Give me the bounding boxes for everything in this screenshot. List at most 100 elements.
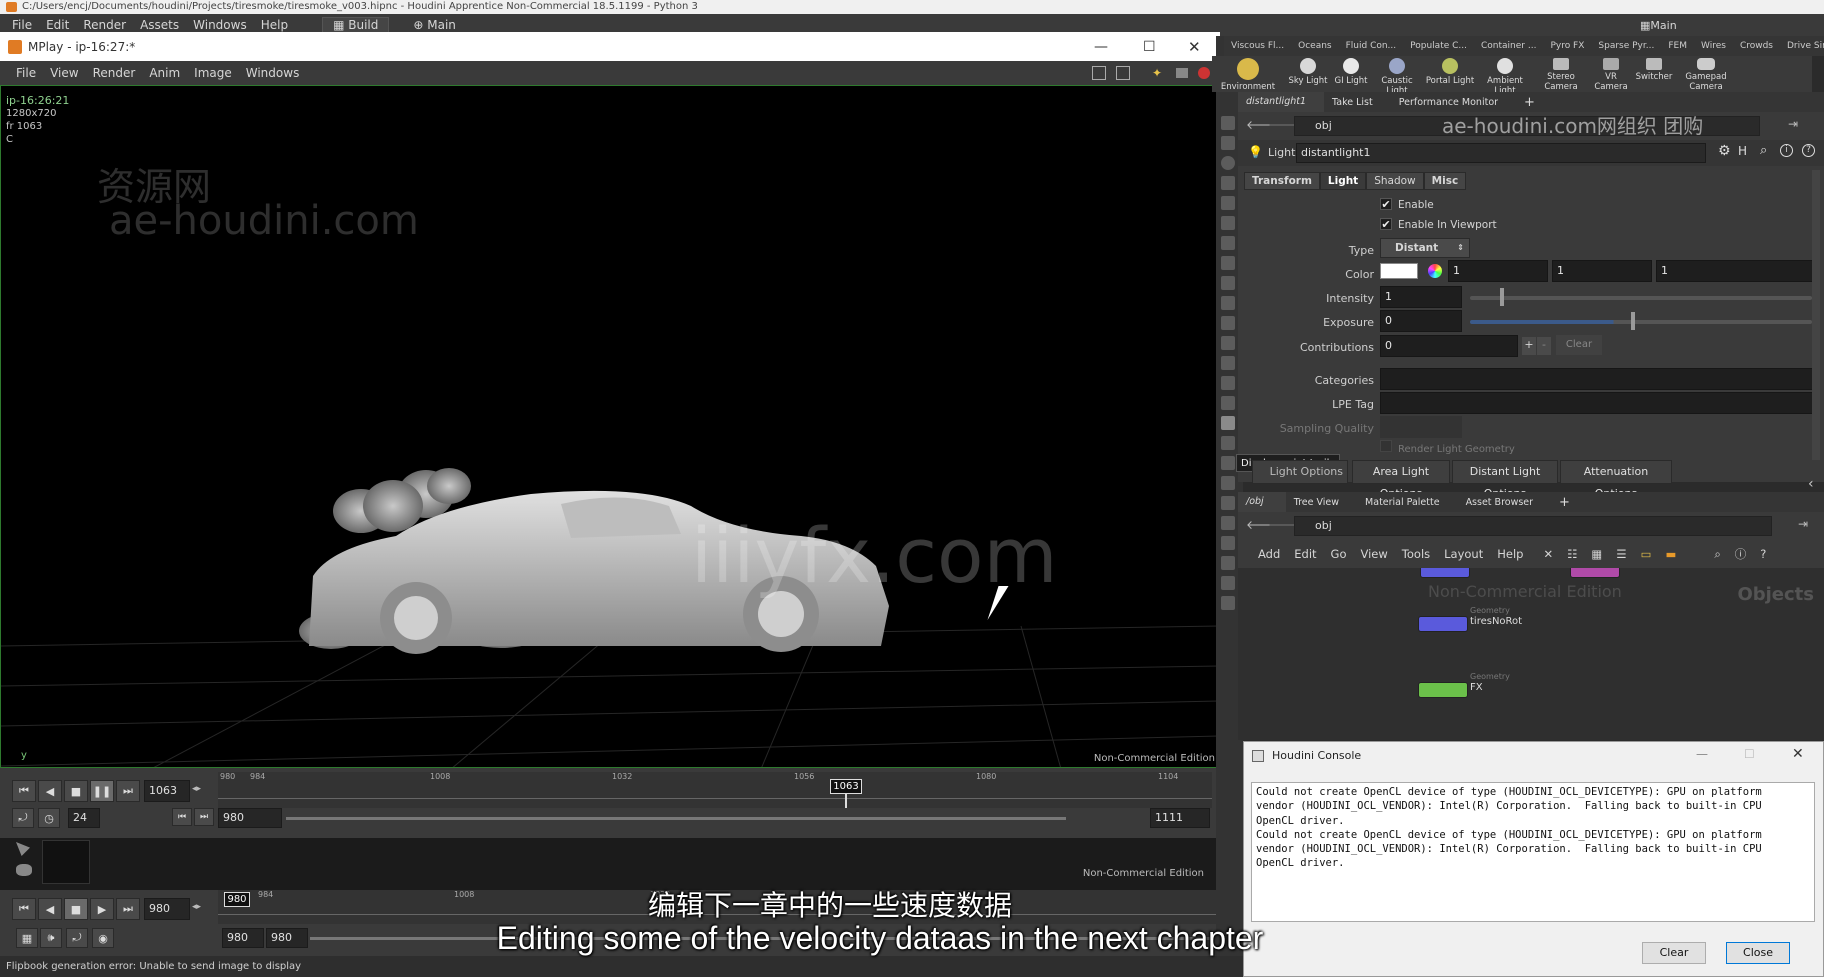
tab-tree-view[interactable]: Tree View [1286,497,1357,508]
shelf-tab[interactable]: Drive Sim... [1780,36,1824,56]
node-name-field[interactable]: distantlight1 [1296,143,1706,163]
display-icon[interactable] [1221,136,1235,150]
tab-distant-light-options[interactable]: Distant Light Options [1452,460,1558,500]
shelf-tab[interactable]: Wires [1694,36,1733,56]
node-tiresnorot[interactable] [1418,616,1468,632]
main-desktop-menu[interactable]: ⊕ Main [403,18,466,32]
wrench-icon[interactable]: ✕ [1543,547,1553,561]
tab-material-palette[interactable]: Material Palette [1357,497,1458,508]
lock-icon[interactable] [1221,216,1235,230]
color-swatch[interactable] [1380,263,1418,279]
intensity-slider[interactable] [1470,296,1812,300]
pin-icon[interactable]: ⇥ [1798,517,1808,531]
tab-performance-monitor[interactable]: Performance Monitor [1391,97,1516,108]
dock-icon[interactable] [1176,68,1188,78]
display-icon[interactable] [1221,316,1235,330]
help-icon[interactable] [1221,156,1235,170]
exposure-field[interactable]: 0 [1380,310,1462,332]
network-canvas[interactable]: Non-Commercial Edition Objects Geometry … [1238,568,1824,740]
shelf-tab[interactable]: Sparse Pyr... [1591,36,1661,56]
tab-transform[interactable]: Transform [1244,172,1320,190]
stop-button[interactable]: ■ [64,780,88,802]
display-icon[interactable] [1221,456,1235,470]
console-clear-button[interactable]: Clear [1642,942,1706,964]
info-icon[interactable]: i [1780,144,1793,157]
display-icon[interactable] [1221,496,1235,510]
save-icon[interactable] [1116,66,1130,80]
tab-light[interactable]: Light [1319,172,1367,190]
current-frame-marker[interactable]: 980 [224,892,250,907]
viewer-tool-icon[interactable] [16,864,32,876]
audio-button[interactable]: 🕪 [40,928,62,948]
range-end-field[interactable]: 1111 [1150,808,1210,828]
exposure-slider-handle[interactable] [1631,312,1635,330]
color-wheel-icon[interactable] [1428,264,1442,278]
contributions-field[interactable]: 0 [1380,335,1518,357]
range-start-field[interactable]: 980 [222,928,264,948]
loop-button[interactable]: ⤾ [66,928,88,948]
network-menu-tools[interactable]: Tools [1402,547,1430,561]
collapse-arrow-icon[interactable]: ‹ [1808,476,1814,492]
shelf-tab[interactable]: Populate C... [1403,36,1474,56]
add-tab-button[interactable]: + [1551,495,1578,510]
tab-distantlight1[interactable]: distantlight1 [1238,92,1325,112]
sky-light-tool[interactable]: Sky Light [1284,58,1332,86]
display-icon[interactable] [1221,376,1235,390]
exposure-slider[interactable] [1470,320,1812,324]
display-icon[interactable] [1221,336,1235,350]
step-back-button[interactable]: ◀ [38,780,62,802]
stereo-camera-tool[interactable]: Stereo Camera [1534,58,1588,92]
categories-field[interactable] [1380,368,1816,390]
intensity-slider-handle[interactable] [1500,288,1504,306]
display-icon[interactable] [1221,176,1235,190]
list-icon[interactable]: ☰ [1616,547,1626,561]
stop-render-icon[interactable] [1198,67,1210,79]
info-icon[interactable]: ⓘ [1735,546,1747,562]
close-button[interactable]: ✕ [1188,38,1201,56]
loop-button[interactable]: ⤾ [12,808,34,828]
network-menu-help[interactable]: Help [1497,547,1523,561]
display-icon[interactable] [1221,576,1235,590]
clear-contributions-button[interactable]: Clear [1556,335,1602,355]
tab-shadow[interactable]: Shadow [1366,172,1424,190]
network-path-field[interactable]: obj [1294,516,1772,536]
console-output[interactable]: Could not create OpenCL device of type (… [1251,782,1815,922]
jump-end-button[interactable]: ⏭ [116,898,140,920]
step-back-button[interactable]: ◀ [38,898,62,920]
help-icon[interactable]: ? [1760,547,1766,561]
gamepad-camera-tool[interactable]: Gamepad Camera [1674,58,1738,92]
portal-light-tool[interactable]: Portal Light [1424,58,1476,86]
tab-area-light-options[interactable]: Area Light Options [1352,460,1450,500]
gi-light-tool[interactable]: GI Light [1332,58,1370,86]
mplay-menu-image[interactable]: Image [194,66,232,80]
type-menu[interactable]: Distant ⇕ [1380,238,1470,258]
realtime-button[interactable]: ◉ [92,928,114,948]
step-arrows-icon[interactable]: ◂▸ [192,784,201,794]
node-partial[interactable] [1420,568,1470,578]
tab-asset-browser[interactable]: Asset Browser [1458,497,1551,508]
desktop-selector[interactable]: ▦ Main [1632,14,1772,36]
layout-icon[interactable] [1092,66,1106,80]
jump-end-button[interactable]: ⏭ [116,780,140,802]
menu-windows[interactable]: Windows [193,18,247,32]
shelf-tab[interactable]: Fluid Con... [1339,36,1404,56]
menu-render[interactable]: Render [83,18,126,32]
menu-file[interactable]: File [12,18,32,32]
mplay-viewport[interactable]: ip-16:26:21 1280x720 fr 1063 C 资源网 ae-ho… [0,85,1220,768]
environment-light-tool[interactable]: Environment Light [1212,58,1284,92]
pin-icon[interactable]: ⇥ [1788,117,1798,131]
range-start-field[interactable]: 980 [218,808,282,828]
enable-viewport-checkbox-row[interactable]: ✔ Enable In Viewport [1380,218,1497,231]
shelf-tab[interactable]: Container ... [1474,36,1543,56]
sticky-note-icon[interactable]: ▬ [1665,547,1676,561]
param-scrollbar[interactable] [1812,170,1820,460]
network-menu-add[interactable]: Add [1258,547,1280,561]
range-start-button[interactable]: ⏮ [172,808,192,826]
jump-start-button[interactable]: ⏮ [12,898,36,920]
maximize-button[interactable]: ☐ [1143,39,1156,55]
note-icon[interactable]: ▭ [1641,547,1652,561]
console-close-button[interactable]: Close [1726,942,1790,964]
minimize-button[interactable]: — [1094,39,1108,55]
display-icon[interactable] [1221,596,1235,610]
tab-light-options[interactable]: Light Options [1252,460,1348,484]
